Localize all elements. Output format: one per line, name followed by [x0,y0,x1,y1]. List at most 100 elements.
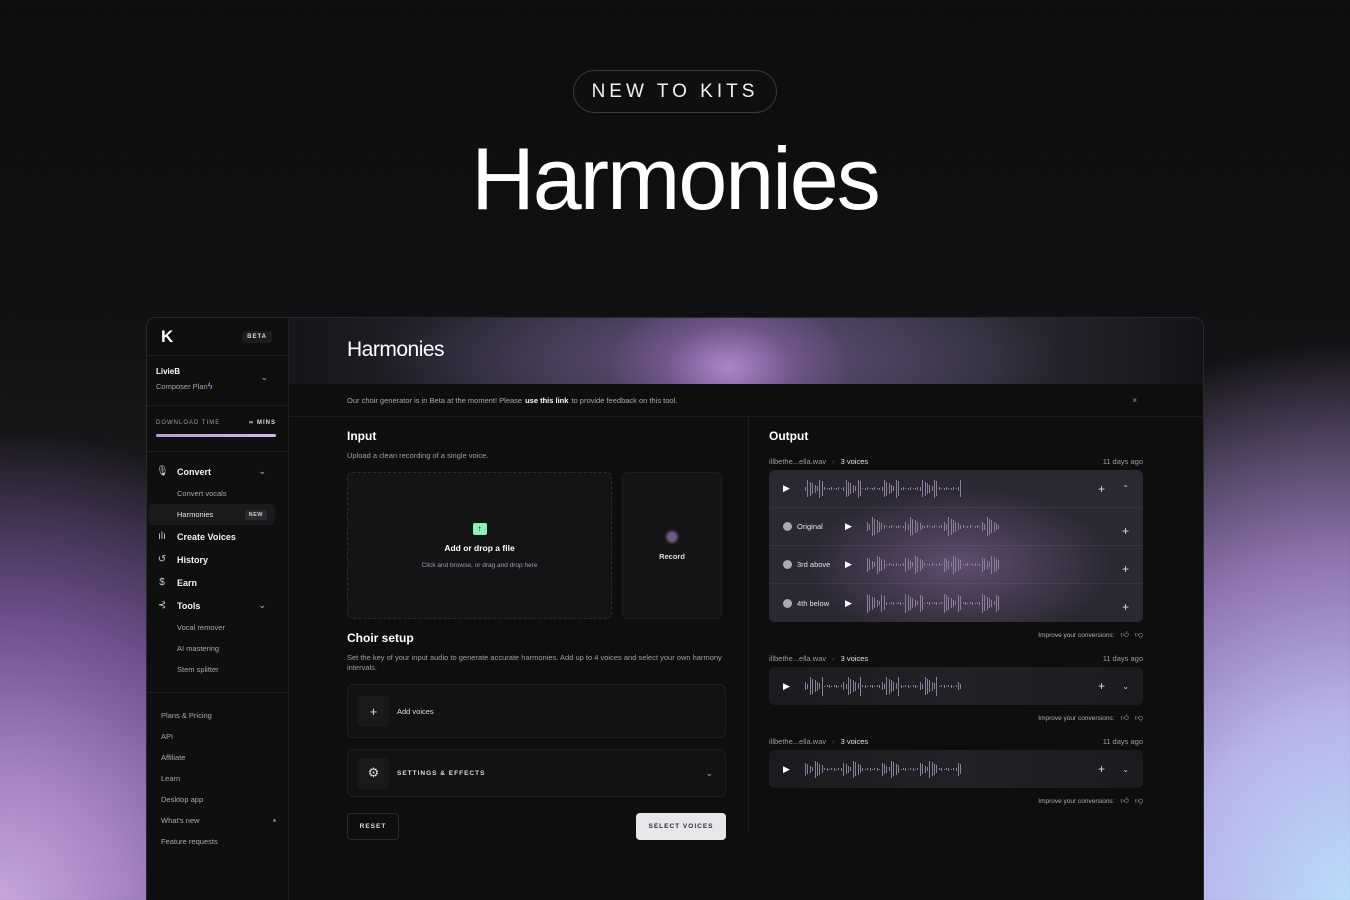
waveform-bar [996,558,998,571]
waveform-bar [936,563,938,566]
plus-icon[interactable]: + [1098,679,1105,693]
waveform-bar [950,562,952,567]
waveform[interactable] [805,478,962,500]
settings-effects-toggle[interactable]: ⚙ SETTINGS & EFFECTS ⌄ [347,749,726,797]
sidebar-item-earn[interactable]: $ Earn [147,571,288,594]
kits-logo[interactable]: K [161,327,173,347]
sidebar-item-convert[interactable]: 🎙︎ Convert ⌄ [147,460,288,483]
waveform-bar [969,525,971,528]
select-voices-button[interactable]: SELECT VOICES [636,813,726,840]
waveform-bar [907,684,909,688]
plus-icon[interactable]: + [1122,601,1129,613]
sidebar-item-history[interactable]: ↺ History [147,548,288,571]
sidebar-item-stem-splitter[interactable]: Stem splitter [147,659,288,680]
sidebar-item-convert-vocals[interactable]: Convert vocals [147,483,288,504]
close-icon[interactable]: × [1132,396,1137,405]
waveform-bar [907,559,909,570]
waveform-bar [864,768,866,770]
waveform-bar [816,681,818,691]
waveform-bar [874,598,876,608]
thumbs-up-icon[interactable]: 👍︎ [1121,796,1129,806]
waveform-bar [816,486,818,491]
waveform-bar [828,487,830,490]
waveform-bar [883,596,885,610]
waveform-bar [919,682,921,690]
link-feature-requests[interactable]: Feature requests [147,831,288,852]
hero-title: Harmonies [471,129,880,228]
chevron-up-icon[interactable]: ⌃ [1122,484,1129,493]
account-switcher[interactable]: LivieB Composer Planϟ ⌄ [147,356,288,406]
play-icon[interactable]: ▶ [783,483,797,494]
plus-icon[interactable]: + [1098,762,1105,776]
add-voices-button[interactable]: + Add voices [347,684,726,738]
waveform-bar [905,522,907,531]
chevron-down-icon: ⌄ [258,600,266,610]
waveform-bar [984,559,986,570]
waveform-bar [945,595,947,611]
plus-icon[interactable]: + [1122,525,1129,537]
plus-icon[interactable]: + [1098,482,1105,496]
waveform-bar [902,525,904,528]
thumbs-down-icon[interactable]: 👎︎ [1135,713,1143,723]
waveform-bar [967,602,969,604]
sidebar-item-tools[interactable]: ⊰ Tools ⌄ [147,594,288,617]
link-whats-new[interactable]: What's new [147,810,288,831]
reset-button[interactable]: RESET [347,813,399,840]
waveform-bar [876,520,878,533]
sidebar-item-ai-mastering[interactable]: AI mastering [147,638,288,659]
waveform[interactable] [805,758,962,780]
waveform-bar [855,762,857,776]
plus-icon[interactable]: + [1122,563,1129,575]
sidebar-item-vocal-remover[interactable]: Vocal remover [147,617,288,638]
record-label: Record [659,552,685,561]
waveform-bar [893,762,895,776]
file-dropzone[interactable]: ↑ Add or drop a file Click and browse, o… [347,472,612,619]
file-name[interactable]: illbethe...ella.wav [769,737,826,746]
play-icon[interactable]: ▶ [845,521,859,532]
waveform-bar [933,602,935,604]
waveform-bar [900,768,902,770]
waveform[interactable] [867,592,1000,614]
feedback-link[interactable]: use this link [525,396,568,405]
waveform-bar [910,768,912,770]
thumbs-down-icon[interactable]: 👎︎ [1135,630,1143,640]
play-icon[interactable]: ▶ [783,681,797,692]
waveform-bar [898,602,900,604]
waveform-bar [886,765,888,773]
play-icon[interactable]: ▶ [845,598,859,609]
waveform-bar [891,484,893,493]
waveform[interactable] [805,675,962,697]
waveform-bar [826,685,828,687]
waveform-bar [833,488,835,489]
link-desktop-app[interactable]: Desktop app [147,789,288,810]
file-name[interactable]: illbethe...ella.wav [769,457,826,466]
chevron-down-icon[interactable]: ⌄ [1122,682,1129,691]
link-api[interactable]: API [147,726,288,747]
link-learn[interactable]: Learn [147,768,288,789]
waveform-bar [814,760,816,778]
waveform-bar [824,487,826,490]
waveform-bar [862,488,864,489]
thumbs-up-icon[interactable]: 👍︎ [1121,630,1129,640]
beta-badge: BETA [242,330,272,343]
link-plans-pricing[interactable]: Plans & Pricing [147,705,288,726]
voice-avatar [783,522,792,531]
record-button[interactable]: Record [622,472,722,619]
waveform-bar [914,487,916,490]
sidebar-item-harmonies[interactable]: Harmonies NEW [148,504,275,525]
waveform[interactable] [867,554,1000,576]
thumbs-up-icon[interactable]: 👍︎ [1121,713,1129,723]
thumbs-down-icon[interactable]: 👎︎ [1135,796,1143,806]
waveform-bar [902,563,904,566]
file-name[interactable]: illbethe...ella.wav [769,654,826,663]
play-icon[interactable]: ▶ [783,764,797,775]
waveform-bar [881,682,883,690]
sidebar-item-create-voices[interactable]: ılı Create Voices [147,525,288,548]
chevron-down-icon[interactable]: ⌄ [1122,765,1129,774]
sidebar-item-label: Harmonies [177,510,214,519]
waveform-bar [931,563,933,566]
play-icon[interactable]: ▶ [845,559,859,570]
link-affiliate[interactable]: Affiliate [147,747,288,768]
waveform-bar [864,684,866,688]
waveform[interactable] [867,516,1000,538]
